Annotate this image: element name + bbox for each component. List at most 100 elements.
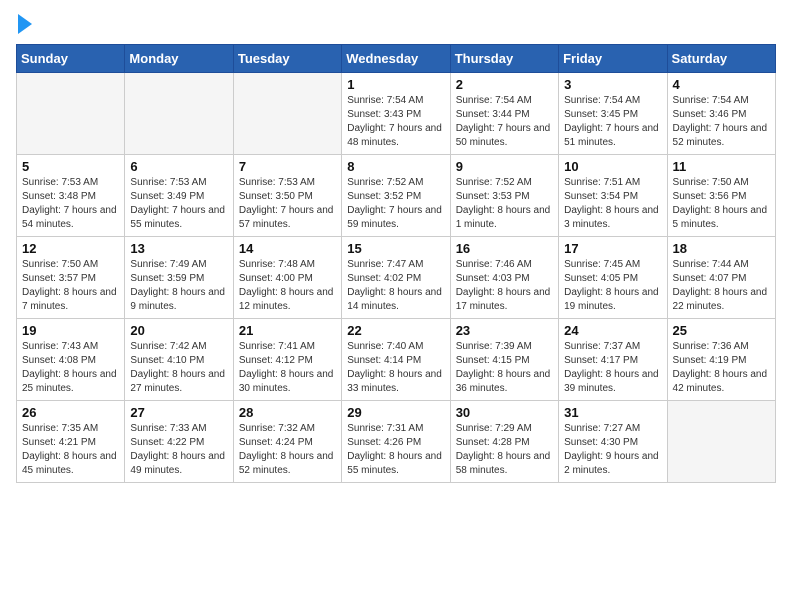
calendar-table: SundayMondayTuesdayWednesdayThursdayFrid…	[16, 44, 776, 483]
cell-content: Sunrise: 7:45 AM Sunset: 4:05 PM Dayligh…	[564, 258, 661, 314]
day-number: 22	[347, 323, 444, 338]
weekday-header: Thursday	[450, 45, 558, 73]
calendar-cell: 3 Sunrise: 7:54 AM Sunset: 3:45 PM Daylig…	[559, 73, 667, 155]
weekday-header: Sunday	[17, 45, 125, 73]
calendar-cell: 20 Sunrise: 7:42 AM Sunset: 4:10 PM Dayli…	[125, 319, 233, 401]
day-number: 26	[22, 405, 119, 420]
cell-content: Sunrise: 7:46 AM Sunset: 4:03 PM Dayligh…	[456, 258, 553, 314]
weekday-header: Saturday	[667, 45, 775, 73]
day-number: 8	[347, 159, 444, 174]
day-number: 18	[673, 241, 770, 256]
day-number: 2	[456, 77, 553, 92]
day-number: 21	[239, 323, 336, 338]
calendar-cell	[233, 73, 341, 155]
calendar-cell: 12 Sunrise: 7:50 AM Sunset: 3:57 PM Dayli…	[17, 237, 125, 319]
day-number: 10	[564, 159, 661, 174]
calendar-cell: 16 Sunrise: 7:46 AM Sunset: 4:03 PM Dayli…	[450, 237, 558, 319]
calendar-cell: 17 Sunrise: 7:45 AM Sunset: 4:05 PM Dayli…	[559, 237, 667, 319]
calendar-cell: 29Sunrise: 7:31 AM Sunset: 4:26 PM Dayli…	[342, 401, 450, 483]
calendar-week-row: 26 Sunrise: 7:35 AM Sunset: 4:21 PM Dayli…	[17, 401, 776, 483]
cell-content: Sunrise: 7:40 AM Sunset: 4:14 PM Dayligh…	[347, 340, 444, 396]
calendar-cell	[125, 73, 233, 155]
calendar-cell	[17, 73, 125, 155]
day-number: 19	[22, 323, 119, 338]
cell-content: Sunrise: 7:53 AM Sunset: 3:49 PM Dayligh…	[130, 176, 227, 232]
calendar-cell: 1Sunrise: 7:54 AM Sunset: 3:43 PM Daylig…	[342, 73, 450, 155]
weekday-header: Tuesday	[233, 45, 341, 73]
calendar-cell: 31 Sunrise: 7:27 AM Sunset: 4:30 PM Dayli…	[559, 401, 667, 483]
calendar-cell: 6 Sunrise: 7:53 AM Sunset: 3:49 PM Daylig…	[125, 155, 233, 237]
day-number: 31	[564, 405, 661, 420]
calendar-cell: 5 Sunrise: 7:53 AM Sunset: 3:48 PM Daylig…	[17, 155, 125, 237]
cell-content: Sunrise: 7:52 AM Sunset: 3:52 PM Dayligh…	[347, 176, 444, 232]
calendar-cell: 19Sunrise: 7:43 AM Sunset: 4:08 PM Dayli…	[17, 319, 125, 401]
cell-content: Sunrise: 7:37 AM Sunset: 4:17 PM Dayligh…	[564, 340, 661, 396]
cell-content: Sunrise: 7:47 AM Sunset: 4:02 PM Dayligh…	[347, 258, 444, 314]
cell-content: Sunrise: 7:54 AM Sunset: 3:43 PM Dayligh…	[347, 94, 444, 150]
calendar-week-row: 5 Sunrise: 7:53 AM Sunset: 3:48 PM Daylig…	[17, 155, 776, 237]
calendar-cell: 7 Sunrise: 7:53 AM Sunset: 3:50 PM Daylig…	[233, 155, 341, 237]
cell-content: Sunrise: 7:41 AM Sunset: 4:12 PM Dayligh…	[239, 340, 336, 396]
cell-content: Sunrise: 7:54 AM Sunset: 3:44 PM Dayligh…	[456, 94, 553, 150]
cell-content: Sunrise: 7:53 AM Sunset: 3:50 PM Dayligh…	[239, 176, 336, 232]
day-number: 9	[456, 159, 553, 174]
calendar-cell	[667, 401, 775, 483]
calendar-cell: 24Sunrise: 7:37 AM Sunset: 4:17 PM Dayli…	[559, 319, 667, 401]
day-number: 23	[456, 323, 553, 338]
cell-content: Sunrise: 7:36 AM Sunset: 4:19 PM Dayligh…	[673, 340, 770, 396]
day-number: 4	[673, 77, 770, 92]
cell-content: Sunrise: 7:32 AM Sunset: 4:24 PM Dayligh…	[239, 422, 336, 478]
calendar-cell: 25Sunrise: 7:36 AM Sunset: 4:19 PM Dayli…	[667, 319, 775, 401]
calendar-cell: 22 Sunrise: 7:40 AM Sunset: 4:14 PM Dayli…	[342, 319, 450, 401]
day-number: 5	[22, 159, 119, 174]
cell-content: Sunrise: 7:53 AM Sunset: 3:48 PM Dayligh…	[22, 176, 119, 232]
day-number: 17	[564, 241, 661, 256]
day-number: 28	[239, 405, 336, 420]
day-number: 12	[22, 241, 119, 256]
page-header	[16, 16, 776, 34]
day-number: 13	[130, 241, 227, 256]
calendar-cell: 23 Sunrise: 7:39 AM Sunset: 4:15 PM Dayli…	[450, 319, 558, 401]
cell-content: Sunrise: 7:51 AM Sunset: 3:54 PM Dayligh…	[564, 176, 661, 232]
calendar-cell: 30Sunrise: 7:29 AM Sunset: 4:28 PM Dayli…	[450, 401, 558, 483]
calendar-cell: 28 Sunrise: 7:32 AM Sunset: 4:24 PM Dayli…	[233, 401, 341, 483]
calendar-cell: 15Sunrise: 7:47 AM Sunset: 4:02 PM Dayli…	[342, 237, 450, 319]
weekday-header-row: SundayMondayTuesdayWednesdayThursdayFrid…	[17, 45, 776, 73]
day-number: 11	[673, 159, 770, 174]
calendar-cell: 18 Sunrise: 7:44 AM Sunset: 4:07 PM Dayli…	[667, 237, 775, 319]
calendar-cell: 13 Sunrise: 7:49 AM Sunset: 3:59 PM Dayli…	[125, 237, 233, 319]
cell-content: Sunrise: 7:27 AM Sunset: 4:30 PM Dayligh…	[564, 422, 661, 478]
day-number: 6	[130, 159, 227, 174]
cell-content: Sunrise: 7:50 AM Sunset: 3:57 PM Dayligh…	[22, 258, 119, 314]
day-number: 16	[456, 241, 553, 256]
cell-content: Sunrise: 7:54 AM Sunset: 3:45 PM Dayligh…	[564, 94, 661, 150]
day-number: 7	[239, 159, 336, 174]
logo-arrow-icon	[18, 14, 32, 34]
calendar-week-row: 19Sunrise: 7:43 AM Sunset: 4:08 PM Dayli…	[17, 319, 776, 401]
cell-content: Sunrise: 7:52 AM Sunset: 3:53 PM Dayligh…	[456, 176, 553, 232]
calendar-cell: 10 Sunrise: 7:51 AM Sunset: 3:54 PM Dayli…	[559, 155, 667, 237]
day-number: 3	[564, 77, 661, 92]
calendar-cell: 27Sunrise: 7:33 AM Sunset: 4:22 PM Dayli…	[125, 401, 233, 483]
weekday-header: Monday	[125, 45, 233, 73]
calendar-cell: 4 Sunrise: 7:54 AM Sunset: 3:46 PM Daylig…	[667, 73, 775, 155]
cell-content: Sunrise: 7:39 AM Sunset: 4:15 PM Dayligh…	[456, 340, 553, 396]
calendar-cell: 11 Sunrise: 7:50 AM Sunset: 3:56 PM Dayli…	[667, 155, 775, 237]
cell-content: Sunrise: 7:48 AM Sunset: 4:00 PM Dayligh…	[239, 258, 336, 314]
calendar-cell: 8 Sunrise: 7:52 AM Sunset: 3:52 PM Daylig…	[342, 155, 450, 237]
cell-content: Sunrise: 7:33 AM Sunset: 4:22 PM Dayligh…	[130, 422, 227, 478]
weekday-header: Friday	[559, 45, 667, 73]
cell-content: Sunrise: 7:29 AM Sunset: 4:28 PM Dayligh…	[456, 422, 553, 478]
calendar-cell: 14Sunrise: 7:48 AM Sunset: 4:00 PM Dayli…	[233, 237, 341, 319]
cell-content: Sunrise: 7:42 AM Sunset: 4:10 PM Dayligh…	[130, 340, 227, 396]
cell-content: Sunrise: 7:49 AM Sunset: 3:59 PM Dayligh…	[130, 258, 227, 314]
calendar-cell: 9 Sunrise: 7:52 AM Sunset: 3:53 PM Daylig…	[450, 155, 558, 237]
logo	[16, 16, 32, 34]
cell-content: Sunrise: 7:31 AM Sunset: 4:26 PM Dayligh…	[347, 422, 444, 478]
cell-content: Sunrise: 7:50 AM Sunset: 3:56 PM Dayligh…	[673, 176, 770, 232]
cell-content: Sunrise: 7:44 AM Sunset: 4:07 PM Dayligh…	[673, 258, 770, 314]
cell-content: Sunrise: 7:54 AM Sunset: 3:46 PM Dayligh…	[673, 94, 770, 150]
day-number: 20	[130, 323, 227, 338]
cell-content: Sunrise: 7:35 AM Sunset: 4:21 PM Dayligh…	[22, 422, 119, 478]
calendar-cell: 2 Sunrise: 7:54 AM Sunset: 3:44 PM Daylig…	[450, 73, 558, 155]
